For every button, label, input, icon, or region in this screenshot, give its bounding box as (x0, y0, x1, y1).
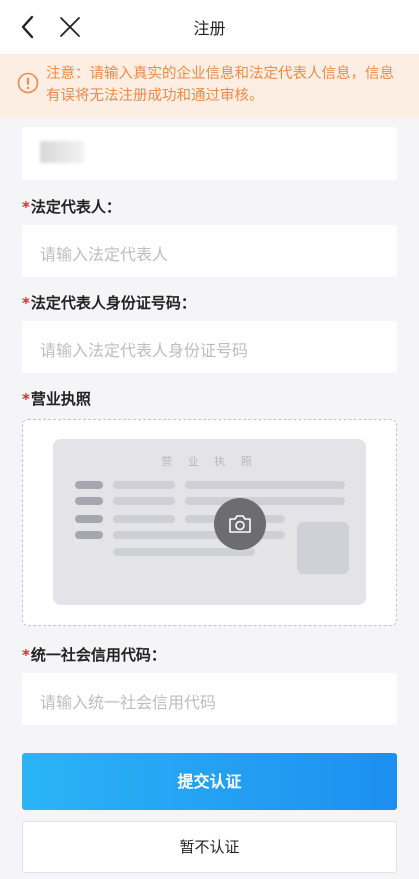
credit-code-label: *统一社会信用代码： (22, 644, 166, 665)
legal-rep-id-label: *法定代表人身份证号码： (22, 292, 196, 313)
required-mark: * (22, 390, 30, 408)
legal-rep-id-input[interactable]: 请输入法定代表人身份证号码 (22, 321, 397, 373)
legal-rep-id-label-text: 法定代表人身份证号码： (30, 294, 196, 312)
license-bar (113, 497, 175, 505)
license-bar (113, 515, 175, 523)
info-circle-icon (17, 72, 39, 94)
license-bar (113, 481, 175, 489)
notice-banner: 注意：请输入真实的企业信息和法定代表人信息，信息有误将无法注册成功和通过审核。 (0, 54, 419, 118)
legal-rep-input[interactable]: 请输入法定代表人 (22, 225, 397, 277)
business-license-label: *营业执照 (22, 388, 91, 409)
license-bar (75, 531, 103, 539)
license-bar (75, 515, 103, 523)
required-mark: * (22, 198, 30, 216)
license-illustration: 营 业 执 照 (53, 439, 366, 605)
license-illustration-title: 营 业 执 照 (161, 455, 258, 468)
business-license-label-text: 营业执照 (30, 390, 91, 408)
credit-code-label-text: 统一社会信用代码： (30, 646, 166, 664)
license-bar (185, 497, 345, 505)
required-mark: * (22, 646, 30, 664)
notice-text: 注意：请输入真实的企业信息和法定代表人信息，信息有误将无法注册成功和通过审核。 (46, 66, 394, 104)
legal-rep-label: *法定代表人： (22, 196, 121, 217)
company-name-field[interactable] (22, 127, 397, 180)
credit-code-input[interactable]: 请输入统一社会信用代码 (22, 673, 397, 725)
camera-icon[interactable] (214, 498, 266, 550)
legal-rep-label-text: 法定代表人： (30, 198, 121, 216)
license-stamp-placeholder (297, 522, 349, 574)
license-bar (75, 481, 103, 489)
legal-rep-placeholder: 请输入法定代表人 (40, 245, 169, 264)
obscured-value (40, 141, 84, 163)
license-bar (75, 497, 103, 505)
required-mark: * (22, 294, 30, 312)
page-title: 注册 (193, 19, 226, 38)
nav-bar: 注册 (0, 0, 419, 54)
legal-rep-id-placeholder: 请输入法定代表人身份证号码 (40, 341, 249, 360)
license-bar (185, 481, 345, 489)
skip-verification-button[interactable]: 暂不认证 (22, 821, 397, 873)
business-license-upload[interactable]: 营 业 执 照 (22, 419, 397, 626)
credit-code-placeholder: 请输入统一社会信用代码 (40, 693, 217, 712)
submit-verification-button[interactable]: 提交认证 (22, 753, 397, 810)
